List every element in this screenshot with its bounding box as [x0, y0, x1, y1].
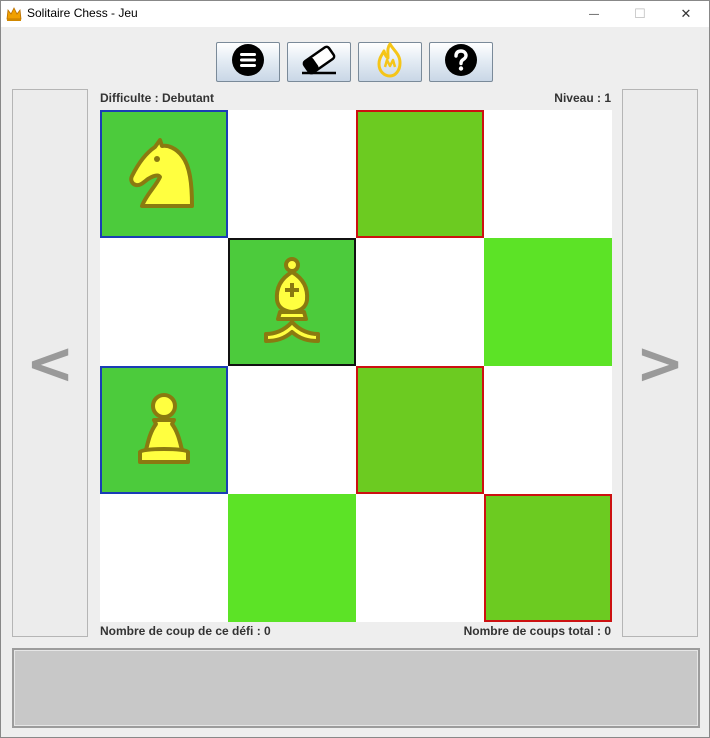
- eraser-icon: [298, 43, 340, 82]
- board-cell-bishop-selected[interactable]: [228, 238, 356, 366]
- total-moves-label: Nombre de coups total : 0: [463, 624, 611, 638]
- board-cell-highlight[interactable]: [484, 238, 612, 366]
- board-cell-empty[interactable]: [100, 494, 228, 622]
- bishop-icon: [250, 254, 334, 350]
- board-cell-empty[interactable]: [228, 366, 356, 494]
- crown-icon: [6, 6, 22, 22]
- menu-button[interactable]: [216, 42, 280, 82]
- maximize-button[interactable]: ☐: [617, 1, 663, 27]
- pawn-icon: [128, 388, 200, 472]
- erase-button[interactable]: [287, 42, 351, 82]
- board-cell-empty[interactable]: [484, 366, 612, 494]
- board-cell-empty[interactable]: [356, 494, 484, 622]
- chevron-left-icon: <: [25, 329, 75, 397]
- close-button[interactable]: ✕: [663, 1, 709, 27]
- help-icon: [444, 43, 478, 82]
- menu-icon: [231, 43, 265, 82]
- chevron-right-icon: >: [635, 329, 685, 397]
- chess-board: [100, 110, 612, 622]
- help-button[interactable]: [429, 42, 493, 82]
- board-cell-move-target[interactable]: [356, 110, 484, 238]
- game-window: Solitaire Chess - Jeu — ☐ ✕ < > Difficul…: [0, 0, 710, 738]
- close-icon: ✕: [680, 6, 692, 21]
- board-cell-pawn[interactable]: [100, 366, 228, 494]
- board-cell-empty[interactable]: [228, 110, 356, 238]
- previous-challenge-button[interactable]: <: [12, 89, 88, 637]
- minimize-button[interactable]: —: [571, 1, 617, 27]
- board-cell-empty[interactable]: [100, 238, 228, 366]
- board-cell-move-target[interactable]: [484, 494, 612, 622]
- level-label: Niveau : 1: [554, 91, 611, 105]
- minimize-icon: —: [589, 8, 599, 20]
- flame-icon: [373, 42, 407, 83]
- board-cell-highlight[interactable]: [228, 494, 356, 622]
- window-title: Solitaire Chess - Jeu: [27, 6, 138, 20]
- board-cell-empty[interactable]: [356, 238, 484, 366]
- board-cell-empty[interactable]: [484, 110, 612, 238]
- status-panel: [12, 648, 700, 728]
- hint-button[interactable]: [358, 42, 422, 82]
- next-challenge-button[interactable]: >: [622, 89, 698, 637]
- maximize-icon: ☐: [634, 6, 646, 21]
- difficulty-label: Difficulte : Debutant: [100, 91, 214, 105]
- board-cell-move-target[interactable]: [356, 366, 484, 494]
- title-bar: Solitaire Chess - Jeu — ☐ ✕: [1, 1, 709, 27]
- challenge-moves-label: Nombre de coup de ce défi : 0: [100, 624, 271, 638]
- knight-icon: [122, 132, 206, 216]
- board-cell-knight[interactable]: [100, 110, 228, 238]
